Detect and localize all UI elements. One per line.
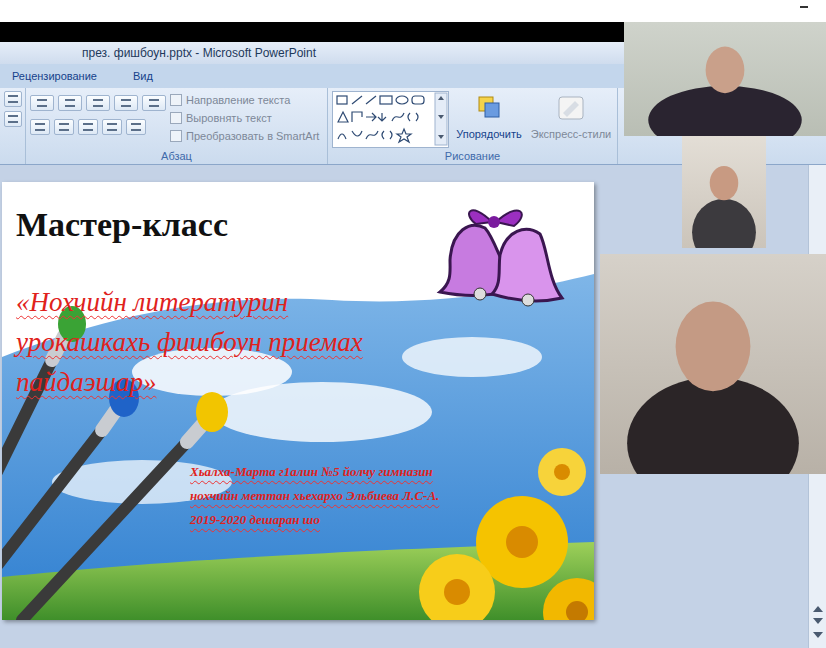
group-label: Рисование (332, 149, 613, 164)
minimize-icon[interactable] (800, 6, 808, 8)
slide-illustration (2, 182, 594, 620)
paragraph-command: Направление текста (170, 91, 319, 109)
numbering-icon[interactable] (58, 95, 82, 111)
slide-title: Мастер-класс (16, 204, 594, 245)
drawing-command: Экспресс-стили (529, 91, 613, 149)
participant-video-icon (682, 136, 766, 248)
justify-icon[interactable] (102, 119, 122, 135)
author-line: 2019-2020 дешаран шо (190, 508, 594, 532)
bullets-icon[interactable] (30, 95, 54, 111)
group-label: Абзац (30, 149, 323, 164)
paragraph-group: Направление текстаВыровнять текстПреобра… (26, 88, 328, 164)
ribbon-group-partial (0, 88, 26, 164)
indent-icon[interactable] (114, 95, 138, 111)
drawing-group: Упорядочить Экспресс-стили Рисование (328, 88, 618, 164)
video-tile (600, 254, 826, 474)
align-center-icon[interactable] (54, 119, 74, 135)
arrange-icon (473, 93, 505, 123)
subtitle-line: урокашкахь фишбоун приемах (16, 322, 594, 362)
command-icon (170, 130, 182, 142)
format-icon[interactable] (4, 111, 22, 127)
drawing-command[interactable]: Упорядочить (453, 91, 525, 149)
line-spacing-icon[interactable] (142, 95, 166, 111)
slide-subtitle: «Нохчийн литературинурокашкахь фишбоун п… (16, 282, 594, 402)
command-label: Выровнять текст (186, 109, 272, 127)
command-label: Экспресс-стили (531, 126, 611, 143)
columns-icon[interactable] (126, 119, 146, 135)
top-strip (0, 0, 826, 22)
quick-styles-icon (555, 93, 587, 123)
command-icon (170, 112, 182, 124)
scroll-up-icon[interactable] (813, 606, 823, 612)
command-label: Упорядочить (456, 126, 521, 143)
ribbon-tab[interactable]: Вид (125, 65, 161, 88)
slide: Мастер-класс «Нохчийн литературинурокашка… (2, 182, 594, 620)
align-left-icon[interactable] (30, 119, 50, 135)
format-icon[interactable] (4, 91, 22, 107)
video-tile (624, 22, 826, 136)
ribbon-tab[interactable]: Рецензирование (4, 65, 105, 88)
video-tile (682, 136, 766, 248)
author-line: Хьалха-Марта г1алин №5 йолчу гимназин (190, 460, 594, 484)
outdent-icon[interactable] (86, 95, 110, 111)
paragraph-command: Выровнять текст (170, 109, 319, 127)
next-slide-icon[interactable] (813, 632, 823, 638)
slide-author: Хьалха-Марта г1алин №5 йолчу гимназиннох… (190, 460, 594, 620)
shapes-gallery[interactable] (332, 91, 449, 148)
subtitle-line: «Нохчийн литературин (16, 282, 594, 322)
subtitle-line: пайдаэшар» (16, 362, 594, 402)
command-label: Направление текста (186, 91, 290, 109)
command-label: Преобразовать в SmartArt (186, 127, 319, 145)
author-line: нохчийн меттан хьехархо Эльбиева Л.С-А. (190, 484, 594, 508)
participant-video-icon (624, 22, 826, 136)
participant-video-icon (600, 254, 826, 474)
paragraph-command: Преобразовать в SmartArt (170, 127, 319, 145)
align-right-icon[interactable] (78, 119, 98, 135)
scroll-down-icon[interactable] (813, 618, 823, 624)
command-icon (170, 94, 182, 106)
